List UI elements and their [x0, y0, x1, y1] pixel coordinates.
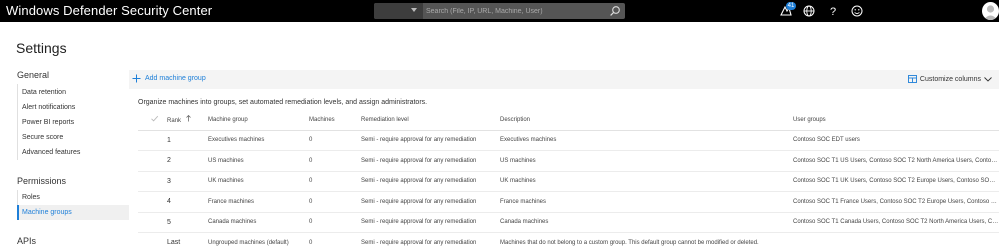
rank-cell: 1	[167, 130, 208, 151]
customize-columns-label: Customize columns	[919, 75, 981, 83]
machine-group-cell: France machines	[208, 191, 309, 213]
machines-count-cell: 0	[309, 232, 361, 250]
search-scope-dropdown[interactable]	[374, 3, 423, 19]
sidebar-item-secure-score[interactable]: Secure score	[17, 130, 129, 145]
add-machine-group-label: Add machine group	[145, 75, 206, 82]
row-select-cell[interactable]	[138, 150, 167, 172]
row-select-cell[interactable]	[138, 130, 167, 151]
machines-count-cell: 0	[309, 150, 361, 172]
description-cell: Executives machines	[500, 130, 793, 151]
search-icon[interactable]	[609, 5, 621, 17]
remediation-level-cell: Semi - require approval for any remediat…	[361, 130, 500, 151]
sidebar-item-alert-notifications[interactable]: Alert notifications	[17, 100, 129, 115]
sidebar-item-machine-groups[interactable]: Machine groups	[17, 205, 129, 220]
row-select-cell[interactable]	[138, 171, 167, 192]
sidebar-section-permissions: Permissions	[17, 176, 67, 186]
column-header-label: Rank	[167, 118, 182, 125]
sidebar-section-apis: APIs	[17, 236, 37, 246]
sidebar-section-general: General	[17, 70, 50, 80]
svg-text:?: ?	[830, 6, 836, 18]
remediation-level-cell: Semi - require approval for any remediat…	[361, 212, 500, 233]
notification-badge: 41	[786, 2, 796, 10]
table-row[interactable]: 5 Canada machines 0 Semi - require appro…	[138, 212, 999, 233]
machine-group-cell: Executives machines	[208, 130, 309, 151]
machine-groups-table: Rank Machine group Machines Remediation …	[138, 110, 999, 250]
user-groups-cell: Contoso SOC T1 France Users, Contoso SOC…	[793, 191, 999, 213]
user-groups-cell	[793, 232, 999, 250]
row-select-cell[interactable]	[138, 212, 167, 233]
remediation-level-cell: Semi - require approval for any remediat…	[361, 171, 500, 192]
description-cell: Machines that do not belong to a custom …	[500, 232, 793, 250]
rank-cell: Last	[167, 232, 208, 250]
description-cell: France machines	[500, 191, 793, 213]
globe-icon[interactable]	[802, 4, 816, 18]
machine-group-cell: UK machines	[208, 171, 309, 192]
columns-icon	[907, 75, 917, 83]
rank-cell: 4	[167, 191, 208, 213]
machines-count-cell: 0	[309, 130, 361, 151]
machines-count-cell: 0	[309, 212, 361, 233]
machines-count-cell: 0	[309, 171, 361, 192]
column-header-rank[interactable]: Rank	[167, 110, 208, 131]
remediation-level-cell: Semi - require approval for any remediat…	[361, 150, 500, 172]
table-row[interactable]: Last Ungrouped machines (default) 0 Semi…	[138, 232, 999, 250]
column-header-description[interactable]: Description	[500, 110, 793, 131]
user-groups-cell: Contoso SOC T1 US Users, Contoso SOC T2 …	[793, 150, 999, 172]
feedback-smiley-icon[interactable]	[850, 4, 864, 18]
sidebar-item-power-bi-reports[interactable]: Power BI reports	[17, 115, 129, 130]
search-box[interactable]	[374, 3, 625, 19]
sidebar-item-roles[interactable]: Roles	[17, 190, 129, 205]
select-all-checkbox[interactable]	[138, 110, 167, 131]
person-icon	[983, 5, 998, 20]
machine-group-cell: Ungrouped machines (default)	[208, 232, 309, 250]
row-select-cell[interactable]	[138, 191, 167, 213]
sidebar-item-advanced-features[interactable]: Advanced features	[17, 145, 129, 160]
top-bar: Windows Defender Security Center 41 ?	[0, 0, 999, 22]
column-header-user-groups[interactable]: User groups	[793, 110, 999, 131]
column-header-machine-group[interactable]: Machine group	[208, 110, 309, 131]
table-row[interactable]: 3 UK machines 0 Semi - require approval …	[138, 171, 999, 192]
machine-group-cell: US machines	[208, 150, 309, 172]
command-bar: Add machine group Customize columns	[129, 70, 999, 89]
checkmark-icon	[151, 116, 159, 122]
machine-group-cell: Canada machines	[208, 212, 309, 233]
sidebar-item-data-retention[interactable]: Data retention	[17, 85, 129, 100]
remediation-level-cell: Semi - require approval for any remediat…	[361, 191, 500, 213]
add-machine-group-button[interactable]: Add machine group	[132, 74, 206, 83]
sort-ascending-icon	[185, 115, 191, 122]
app-title[interactable]: Windows Defender Security Center	[6, 3, 212, 18]
column-header-machines[interactable]: Machines	[309, 110, 361, 131]
rank-cell: 5	[167, 212, 208, 233]
description-cell: US machines	[500, 150, 793, 172]
rank-cell: 3	[167, 171, 208, 192]
table-row[interactable]: 2 US machines 0 Semi - require approval …	[138, 150, 999, 172]
user-groups-cell: Contoso SOC EDT users	[793, 130, 999, 151]
table-row[interactable]: 1 Executives machines 0 Semi - require a…	[138, 130, 999, 151]
machines-count-cell: 0	[309, 191, 361, 213]
chevron-down-icon	[411, 8, 417, 12]
description-cell: UK machines	[500, 171, 793, 192]
row-select-cell[interactable]	[138, 232, 167, 250]
page-description: Organize machines into groups, set autom…	[138, 99, 428, 106]
table-header-row: Rank Machine group Machines Remediation …	[138, 110, 999, 131]
user-avatar[interactable]	[982, 2, 999, 20]
chevron-down-icon	[984, 76, 992, 82]
search-input[interactable]	[426, 3, 606, 19]
plus-icon	[132, 74, 141, 83]
description-cell: Canada machines	[500, 212, 793, 233]
user-groups-cell: Contoso SOC T1 Canada Users, Contoso SOC…	[793, 212, 999, 233]
column-header-remediation-level[interactable]: Remediation level	[361, 110, 500, 131]
table-row[interactable]: 4 France machines 0 Semi - require appro…	[138, 191, 999, 213]
rank-cell: 2	[167, 150, 208, 172]
customize-columns-button[interactable]: Customize columns	[907, 75, 992, 83]
page-title: Settings	[16, 40, 67, 56]
remediation-level-cell: Semi - require approval for any remediat…	[361, 232, 500, 250]
help-icon[interactable]: ?	[826, 4, 840, 18]
user-groups-cell: Contoso SOC T1 UK Users, Contoso SOC T2 …	[793, 171, 999, 192]
